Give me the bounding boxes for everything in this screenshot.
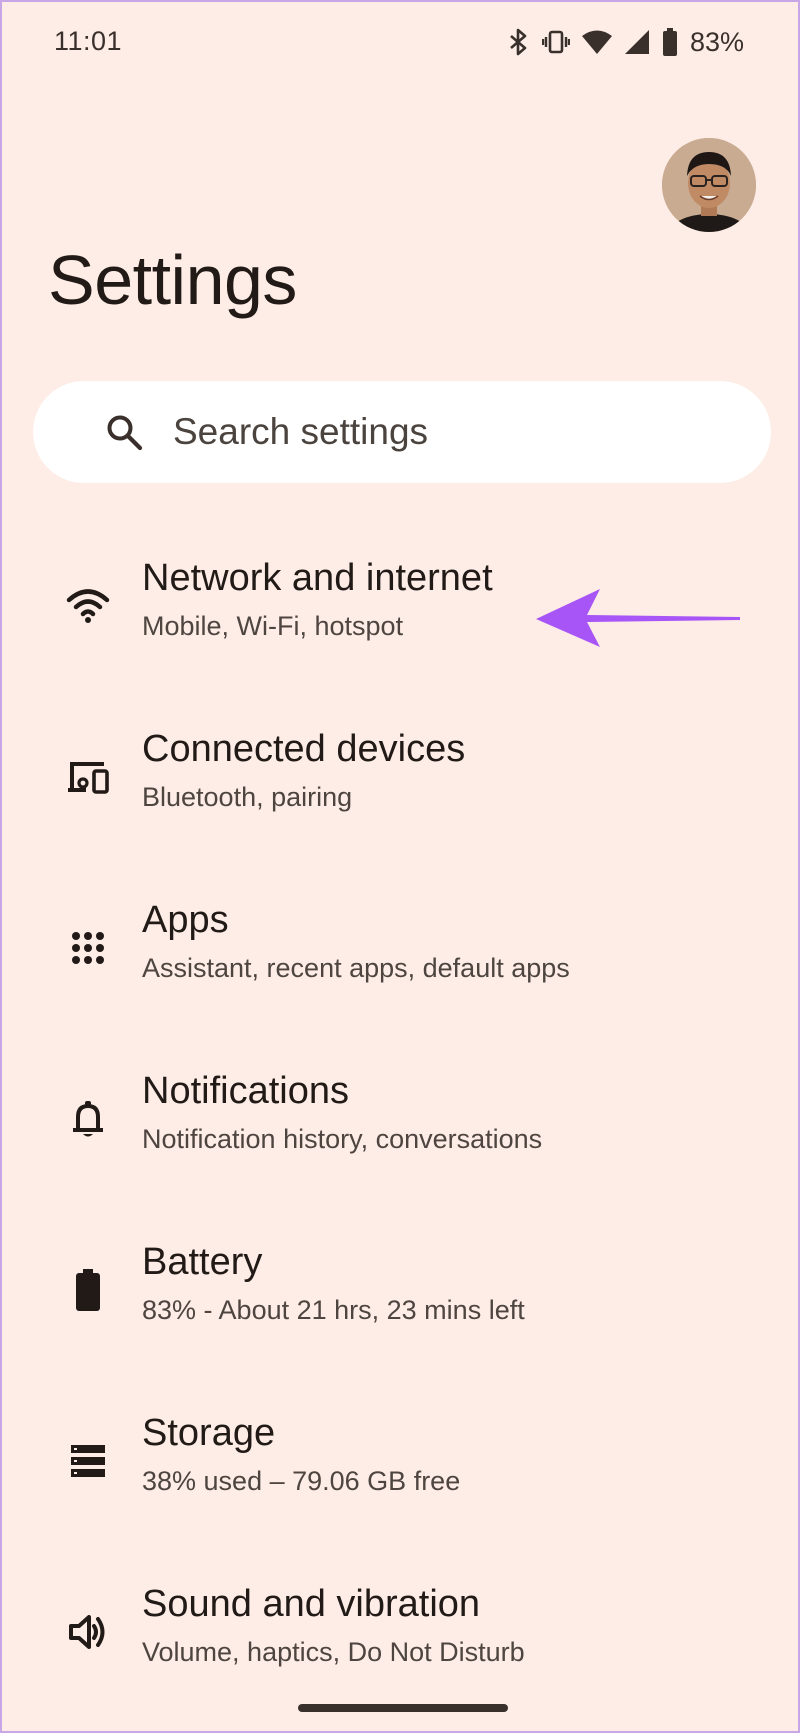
cell-signal-icon <box>624 29 650 55</box>
status-bar: 11:01 83% <box>2 2 798 82</box>
settings-item-subtitle: 38% used – 79.06 GB free <box>142 1466 461 1496</box>
settings-item-subtitle: Volume, haptics, Do Not Disturb <box>142 1637 525 1667</box>
status-time: 11:01 <box>54 26 123 56</box>
battery-percentage: 83% <box>689 26 744 57</box>
status-icons: 83% <box>508 24 744 60</box>
settings-item-subtitle: 83% - About 21 hrs, 23 mins left <box>142 1295 525 1325</box>
vibrate-icon <box>541 28 570 56</box>
page-title: Settings <box>48 241 297 319</box>
speaker-icon <box>64 1608 112 1656</box>
settings-item-subtitle: Notification history, conversations <box>142 1124 543 1154</box>
battery-icon <box>662 28 678 56</box>
wifi-icon <box>64 582 112 630</box>
search-icon <box>105 413 143 456</box>
settings-item-title: Storage <box>142 1412 276 1454</box>
settings-list: Network and internet Mobile, Wi-Fi, hots… <box>2 542 800 1733</box>
settings-item-subtitle: Mobile, Wi-Fi, hotspot <box>142 611 404 641</box>
settings-screen: 11:01 83% Settings Search settings Netwo… <box>0 0 800 1733</box>
storage-icon <box>64 1437 112 1485</box>
settings-item-title: Connected devices <box>142 728 466 770</box>
settings-item-title: Network and internet <box>142 557 493 599</box>
apps-grid-icon <box>64 924 112 972</box>
gesture-navigation-bar[interactable] <box>298 1704 508 1712</box>
connected-devices-icon <box>64 753 112 801</box>
wifi-icon <box>581 29 612 55</box>
settings-item-apps[interactable]: Apps Assistant, recent apps, default app… <box>2 884 800 1055</box>
avatar[interactable] <box>662 138 756 232</box>
bluetooth-icon <box>508 28 530 56</box>
settings-item-subtitle: Assistant, recent apps, default apps <box>142 953 570 983</box>
settings-item-battery[interactable]: Battery 83% - About 21 hrs, 23 mins left <box>2 1226 800 1397</box>
avatar-image <box>662 138 756 232</box>
settings-item-title: Sound and vibration <box>142 1583 481 1625</box>
settings-item-notifications[interactable]: Notifications Notification history, conv… <box>2 1055 800 1226</box>
settings-item-subtitle: Bluetooth, pairing <box>142 782 353 812</box>
search-bar[interactable]: Search settings <box>33 381 771 483</box>
settings-item-title: Apps <box>142 899 229 941</box>
annotation-arrow-icon <box>532 587 742 652</box>
settings-item-storage[interactable]: Storage 38% used – 79.06 GB free <box>2 1397 800 1568</box>
search-placeholder: Search settings <box>173 411 429 452</box>
bell-icon <box>64 1095 112 1143</box>
battery-icon <box>64 1266 112 1314</box>
settings-item-title: Battery <box>142 1241 263 1283</box>
settings-item-title: Notifications <box>142 1070 349 1112</box>
settings-item-connected-devices[interactable]: Connected devices Bluetooth, pairing <box>2 713 800 884</box>
